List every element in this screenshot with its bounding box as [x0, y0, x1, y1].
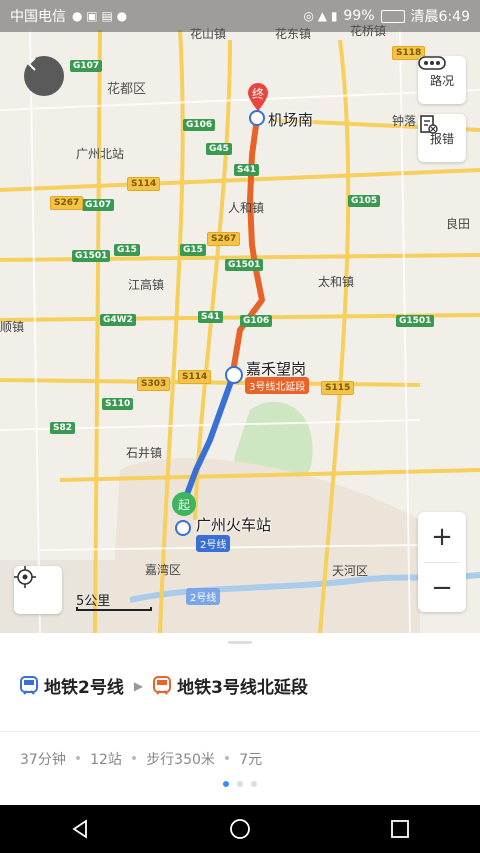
route-panel[interactable]: 地铁2号线 ▶ 地铁3号线北延段 37分钟 • 12站 • 步行350米 • 7…	[0, 633, 480, 805]
locate-button[interactable]	[14, 566, 62, 614]
station-transfer-name: 嘉禾望岗	[246, 360, 307, 378]
road-badge: G4W2	[100, 314, 136, 326]
status-bar: 中国电信 ● ▣ ▤ ● ◎ ▲ ▮ 99% 清晨6:49	[0, 0, 480, 32]
traffic-label: 路况	[429, 73, 454, 88]
label-shun: 顺镇	[0, 320, 25, 334]
line3-tag: 3号线北延段	[245, 377, 310, 394]
start-marker[interactable]: 起	[172, 492, 196, 518]
end-marker[interactable]: 终	[246, 82, 270, 112]
start-station-icon	[175, 520, 191, 536]
label-zhongluo: 钟落	[392, 114, 417, 128]
transfer-station-icon[interactable]	[225, 366, 243, 384]
road-badge: S267	[50, 196, 84, 210]
road-badge: S267	[207, 232, 241, 246]
start-marker-text: 起	[177, 498, 190, 512]
label-shijing: 石井镇	[126, 446, 163, 460]
stop-count: 12站	[90, 752, 122, 768]
nav-home-button[interactable]	[220, 809, 260, 849]
chevron-left-icon	[27, 57, 36, 71]
walk-distance: 步行350米	[146, 752, 215, 768]
road-badge: G106	[183, 119, 216, 131]
zoom-out-button[interactable]: −	[418, 563, 466, 613]
metro-station-icon	[249, 110, 265, 126]
road-badge: G15	[180, 244, 206, 256]
road-badge: G1501	[225, 259, 264, 271]
label-jiawan: 嘉湾区	[145, 563, 182, 577]
carrier-name: 中国电信	[10, 9, 66, 25]
label-huadu: 花都区	[107, 82, 147, 97]
road-badge: G15	[114, 244, 140, 256]
separator: •	[222, 751, 232, 767]
road-badge: G107	[82, 199, 115, 211]
line2-map-label: 2号线	[186, 588, 221, 605]
triangle-back-icon	[72, 819, 87, 839]
road-badge: S115	[321, 381, 355, 395]
road-badge: S114	[127, 177, 161, 191]
route-stats: 37分钟 • 12站 • 步行350米 • 7元	[20, 749, 262, 769]
label-jianggao: 江高镇	[128, 278, 165, 292]
circle-home-icon	[230, 819, 250, 839]
traffic-icon	[418, 56, 446, 70]
nav-recents-button[interactable]	[380, 809, 420, 849]
metro-icon	[153, 675, 172, 695]
road-badge: S114	[178, 370, 212, 384]
label-tianhe: 天河区	[332, 564, 369, 578]
zoom-control: + −	[418, 512, 466, 612]
scale-bar	[76, 607, 152, 611]
signal-icons: ◎ ▲ ▮	[303, 9, 338, 23]
zoom-in-button[interactable]: +	[418, 512, 466, 562]
separator: •	[73, 751, 83, 767]
label-renhe: 人和镇	[228, 201, 265, 215]
battery-percent: 99%	[343, 8, 375, 24]
road-badge: G106	[240, 315, 273, 327]
line2-tag: 2号线	[196, 535, 231, 552]
arrow-right-icon: ▶	[133, 678, 144, 693]
station-end-name: 机场南	[268, 111, 314, 129]
road-badge: S303	[137, 377, 171, 391]
label-guangzhou-north: 广州北站	[76, 147, 125, 161]
route-segments: 地铁2号线 ▶ 地铁3号线北延段	[20, 673, 308, 698]
segment-line3: 地铁3号线北延段	[177, 678, 308, 698]
separator: •	[129, 751, 139, 767]
road-badge: S110	[102, 398, 134, 410]
road-badge: G1501	[72, 250, 111, 262]
page-dot	[237, 781, 243, 787]
divider	[0, 731, 480, 732]
station-start-name: 广州火车站	[196, 516, 272, 534]
clock: 清晨6:49	[410, 9, 470, 25]
road-badge: S82	[50, 422, 76, 434]
segment-line2: 地铁2号线	[44, 678, 124, 698]
page-indicator	[0, 781, 480, 787]
fare: 7元	[239, 752, 263, 768]
label-taihe: 太和镇	[318, 275, 355, 289]
end-marker-text: 终	[251, 87, 264, 101]
page-dot	[223, 781, 229, 787]
battery-icon	[380, 9, 405, 23]
report-error-button[interactable]: 报错	[418, 114, 466, 162]
report-icon	[420, 115, 438, 134]
traffic-button[interactable]: 路况	[418, 56, 466, 104]
notification-icons: ● ▣ ▤ ●	[72, 9, 128, 23]
label-liangtian: 良田	[446, 217, 471, 231]
road-badge: G105	[348, 195, 381, 207]
back-button[interactable]	[24, 56, 64, 96]
road-badge-s41: S41	[234, 164, 260, 176]
system-nav-bar	[0, 805, 480, 853]
crosshair-icon	[14, 566, 36, 588]
drag-handle[interactable]	[228, 641, 252, 644]
square-recents-icon	[391, 820, 409, 838]
page-dot	[251, 781, 257, 787]
road-badge: S41	[198, 311, 224, 323]
metro-icon	[20, 675, 38, 695]
map-view[interactable]: 花都区 江高镇 人和镇 太和镇 石井镇 嘉湾区 天河区 广州北站 花山镇 花东镇…	[0, 0, 480, 633]
duration: 37分钟	[20, 752, 66, 768]
road-badge: G45	[206, 143, 232, 155]
road-badge: G1501	[396, 315, 435, 327]
road-badge: G107	[70, 60, 103, 72]
nav-back-button[interactable]	[60, 809, 100, 849]
